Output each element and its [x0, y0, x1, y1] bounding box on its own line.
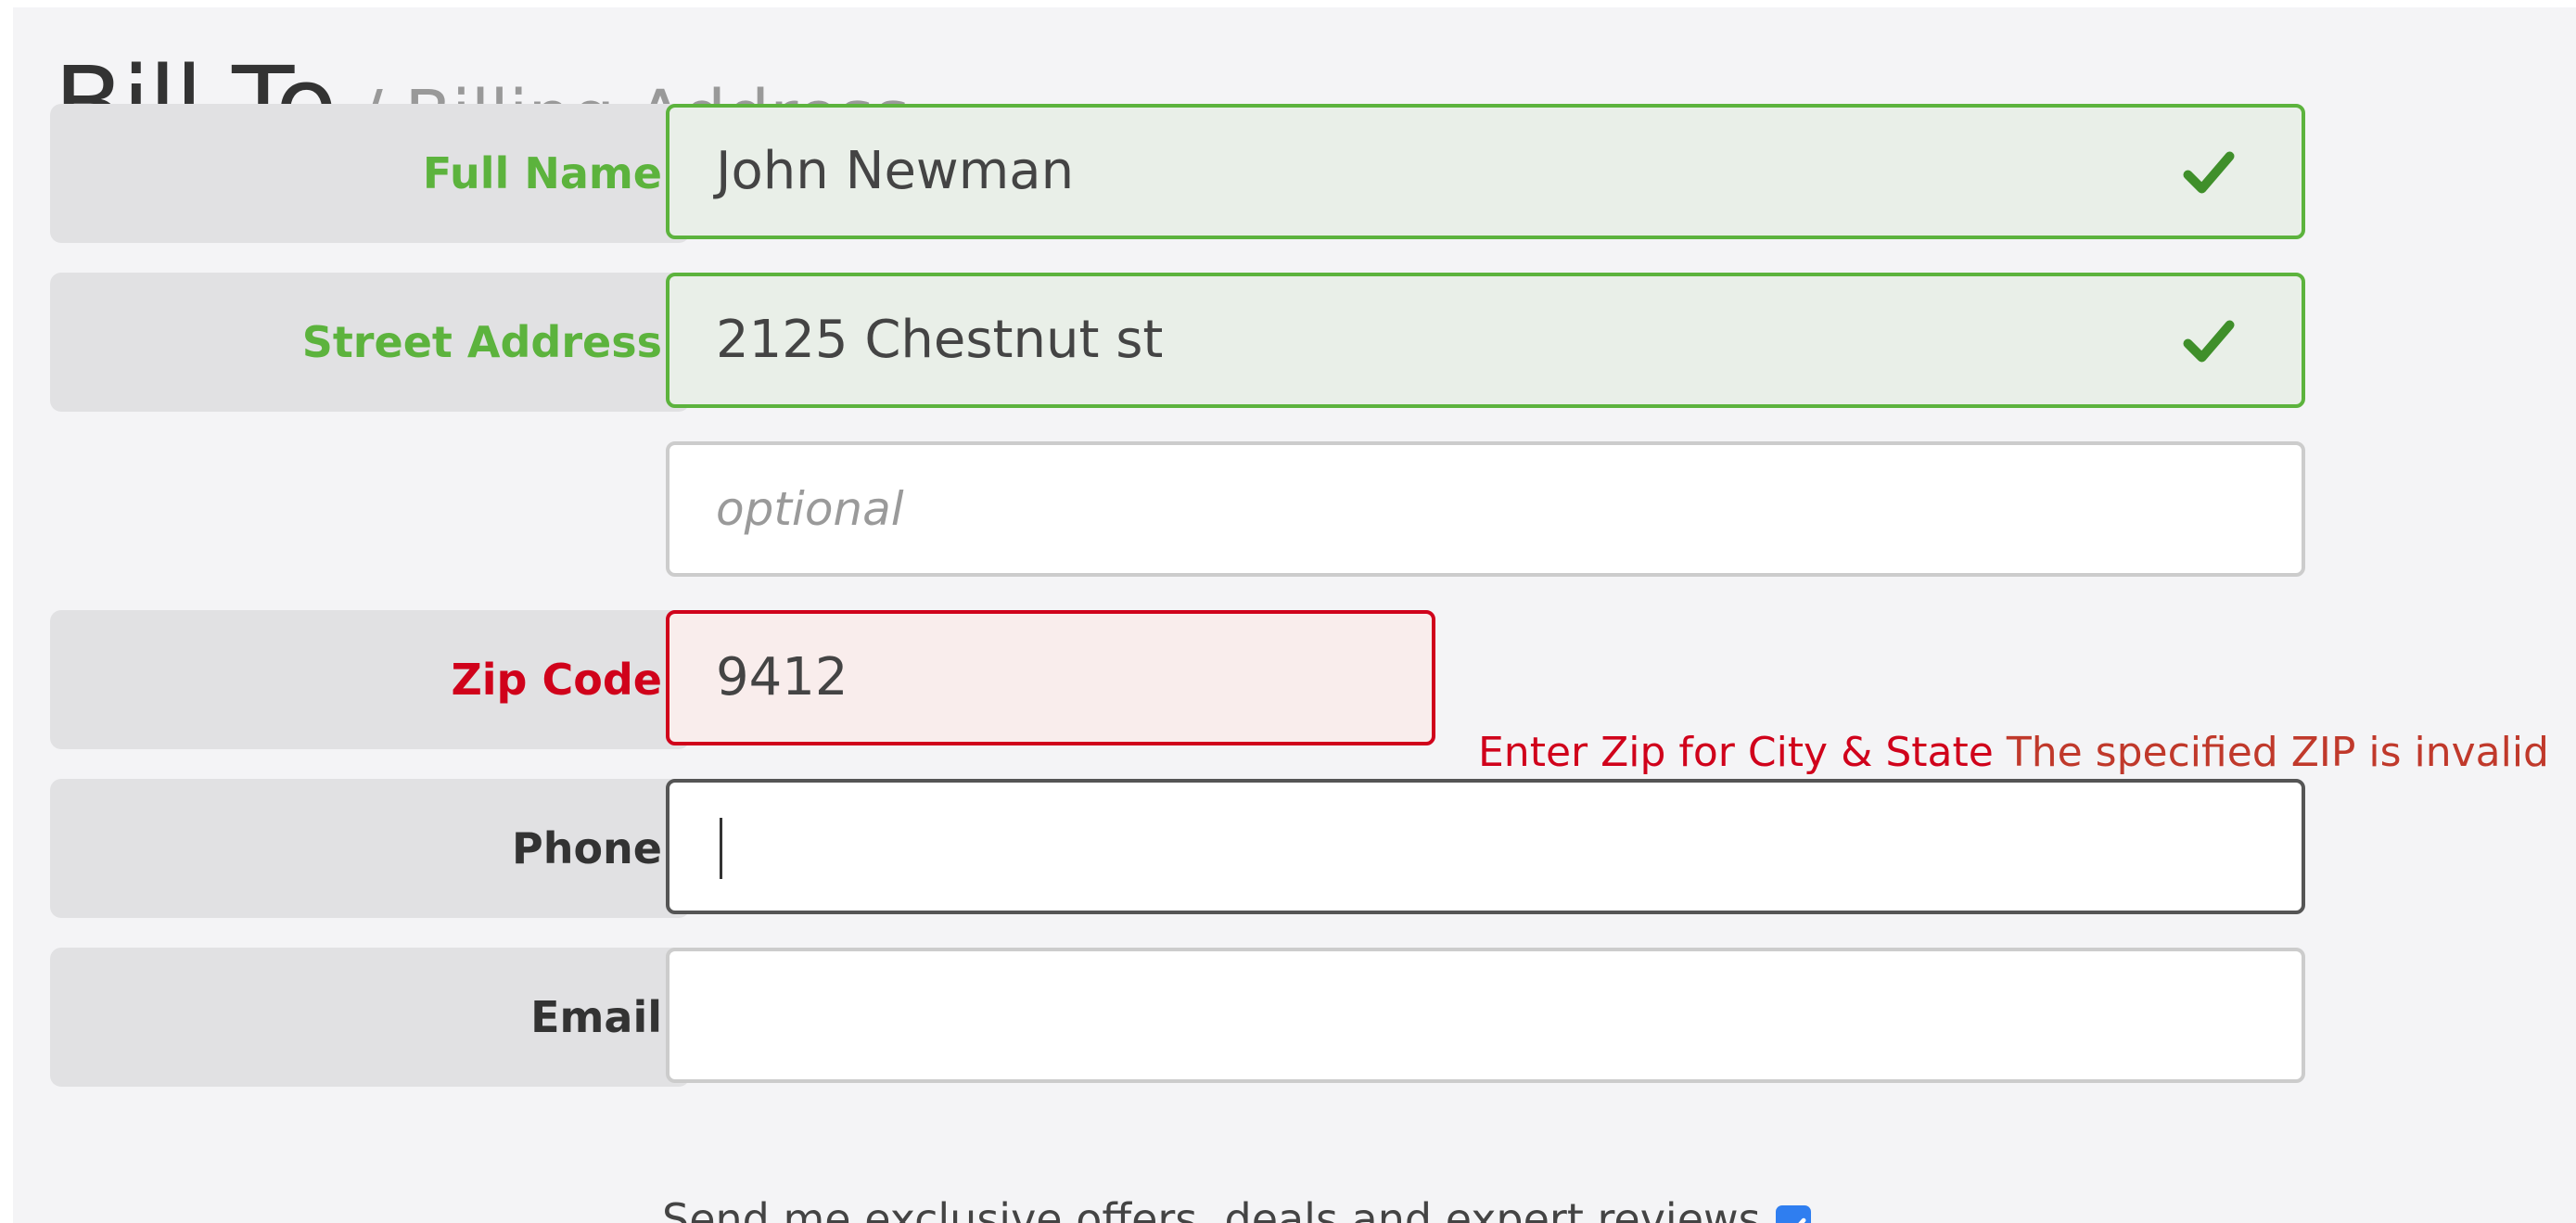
- offers-optin-label: Send me exclusive offers, deals and expe…: [662, 1194, 1761, 1223]
- zip-code-label-bar: Zip Code: [50, 610, 690, 749]
- full-name-label: Full Name: [422, 148, 662, 198]
- street-address-label: Street Address: [301, 317, 662, 367]
- checkbox-checked-icon: [1797, 1217, 1806, 1223]
- email-label: Email: [530, 992, 662, 1042]
- full-name-value: John Newman: [716, 141, 1075, 201]
- email-input[interactable]: [666, 948, 2305, 1083]
- checkmark-icon: [2183, 151, 2235, 194]
- offers-optin[interactable]: Send me exclusive offers, deals and expe…: [662, 1194, 1811, 1223]
- full-name-label-bar: Full Name: [50, 104, 690, 243]
- billing-form-panel: Bill To/ Billing Address Full Name John …: [13, 7, 2576, 1223]
- street-address-input[interactable]: 2125 Chestnut st: [666, 273, 2305, 408]
- phone-label: Phone: [511, 823, 662, 873]
- zip-invalid-text: The specified ZIP is invalid: [2006, 729, 2549, 776]
- zip-code-label: Zip Code: [451, 655, 662, 705]
- offers-optin-checkbox[interactable]: [1775, 1204, 1811, 1223]
- street-address-2-input[interactable]: optional: [666, 441, 2305, 577]
- phone-input[interactable]: [666, 779, 2305, 914]
- street-address-value: 2125 Chestnut st: [716, 310, 1164, 370]
- zip-code-input[interactable]: 9412: [666, 610, 1435, 745]
- email-label-bar: Email: [50, 948, 690, 1087]
- full-name-input[interactable]: John Newman: [666, 104, 2305, 239]
- text-cursor: [720, 818, 722, 879]
- zip-hint: Enter Zip for City & State: [1478, 729, 1994, 776]
- street-address-label-bar: Street Address: [50, 273, 690, 412]
- street-address-2-placeholder: optional: [716, 482, 904, 536]
- zip-code-value: 9412: [716, 647, 848, 707]
- checkmark-icon: [2183, 320, 2235, 363]
- phone-label-bar: Phone: [50, 779, 690, 918]
- zip-error-message: Enter Zip for City & State The specified…: [1478, 729, 2549, 776]
